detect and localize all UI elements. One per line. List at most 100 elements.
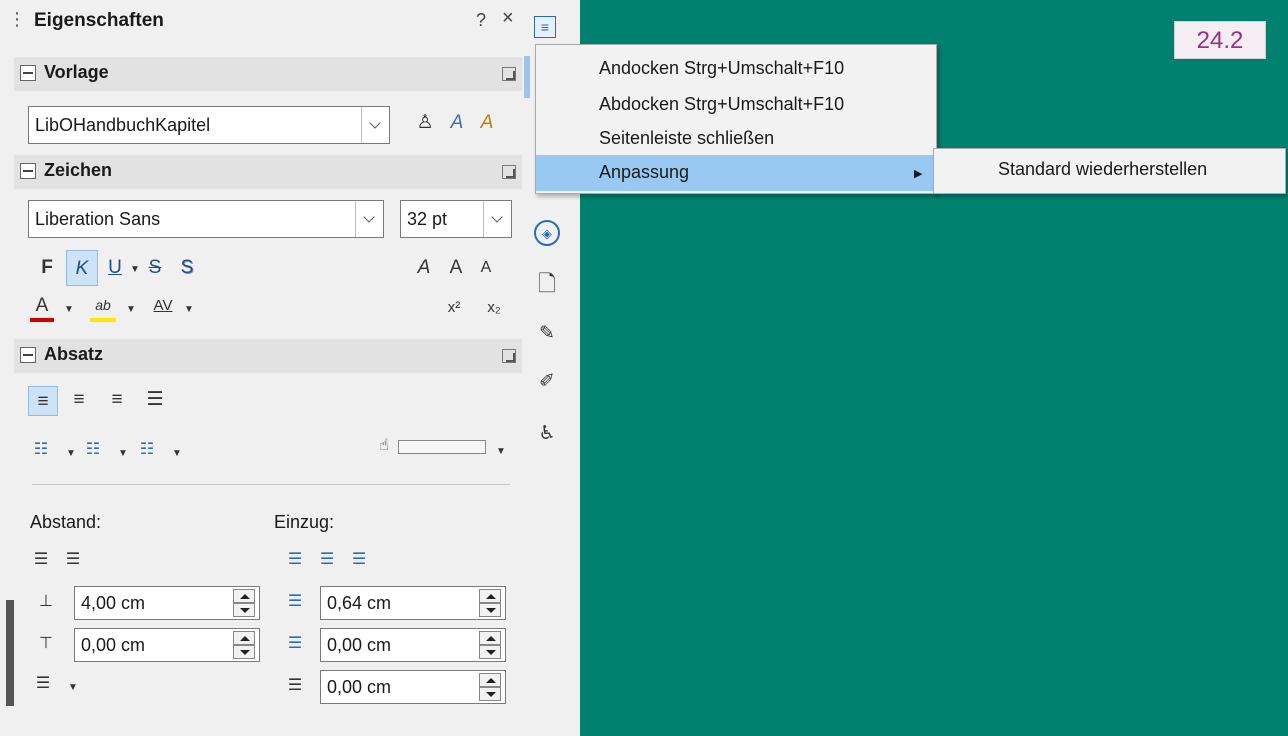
subscript-button[interactable]: x₂ <box>480 296 508 320</box>
section-divider <box>32 484 510 485</box>
line-spacing-dropdown-icon[interactable]: ▼ <box>68 682 78 693</box>
fill-format-icon[interactable]: ♙ <box>412 111 438 135</box>
collapse-icon[interactable] <box>20 163 36 179</box>
indent-label: Einzug: <box>274 512 335 532</box>
align-right-button[interactable]: ≡ <box>104 388 130 412</box>
spin-up-button[interactable] <box>479 631 501 645</box>
chevron-down-icon[interactable] <box>483 201 511 237</box>
indent-before-field[interactable]: 0,64 cm <box>320 586 506 620</box>
ordered-list-dropdown-icon[interactable]: ▼ <box>118 448 128 459</box>
outline-list-icon[interactable]: ☷ <box>134 438 160 462</box>
first-line-indent-field[interactable]: 0,00 cm <box>320 670 506 704</box>
align-left-button[interactable]: ≡ <box>28 386 58 416</box>
help-button[interactable]: ? <box>476 10 486 31</box>
first-line-indent-spinner[interactable] <box>479 673 501 701</box>
styles-icon[interactable]: ✎ <box>534 322 560 346</box>
spin-up-button[interactable] <box>479 673 501 687</box>
character-spacing-button[interactable]: AV <box>148 294 178 318</box>
spin-up-button[interactable] <box>233 631 255 645</box>
strikethrough-button[interactable]: S <box>144 256 166 280</box>
menu-item-close-sidebar[interactable]: Seitenleiste schließen <box>536 121 936 157</box>
manage-changes-icon[interactable]: ✐ <box>534 370 560 394</box>
indent-before-spinner[interactable] <box>479 589 501 617</box>
menu-item-undock[interactable]: Abdocken Strg+Umschalt+F10 <box>536 87 936 123</box>
collapse-icon[interactable] <box>20 65 36 81</box>
outline-list-dropdown-icon[interactable]: ▼ <box>172 448 182 459</box>
unordered-list-dropdown-icon[interactable]: ▼ <box>66 448 76 459</box>
menu-item-label: Abdocken Strg+Umschalt+F10 <box>599 94 845 114</box>
spacing-below-field[interactable]: 0,00 cm <box>74 628 260 662</box>
more-options-icon[interactable] <box>502 165 516 179</box>
bold-button[interactable]: F <box>36 256 58 280</box>
menu-item-restore-default[interactable]: Standard wiederherstellen <box>998 159 1207 180</box>
spin-down-button[interactable] <box>479 687 501 701</box>
more-options-icon[interactable] <box>502 67 516 81</box>
align-center-button[interactable]: ≡ <box>66 388 92 412</box>
spacing-above-spinner[interactable] <box>233 589 255 617</box>
update-style-icon[interactable]: A <box>444 111 470 135</box>
collapse-icon[interactable] <box>20 347 36 363</box>
properties-panel: ⋮ Eigenschaften ? × Vorlage LibOHandbuch… <box>0 0 528 736</box>
spin-down-button[interactable] <box>479 603 501 617</box>
font-name-combo[interactable]: Liberation Sans <box>28 200 384 238</box>
panel-title: Eigenschaften <box>34 10 164 31</box>
close-button[interactable]: × <box>502 7 514 30</box>
section-zeichen-header[interactable]: Zeichen <box>14 155 528 189</box>
indent-before-value: 0,64 cm <box>327 593 392 613</box>
spin-down-button[interactable] <box>479 645 501 659</box>
shadow-button[interactable]: S <box>176 256 198 280</box>
sidebar-menu-icon[interactable]: ≡ <box>534 16 556 38</box>
highlight-button[interactable]: ab <box>90 293 116 317</box>
underline-button[interactable]: U <box>104 256 126 280</box>
font-color-dropdown-icon[interactable]: ▼ <box>64 304 74 315</box>
font-size-combo[interactable]: 32 pt <box>400 200 512 238</box>
spin-down-button[interactable] <box>233 603 255 617</box>
menu-item-customize[interactable]: Anpassung ▶ <box>536 155 936 191</box>
paragraph-background-dropdown-icon[interactable]: ▼ <box>496 446 506 457</box>
ordered-list-icon[interactable]: ☷ <box>80 438 106 462</box>
unordered-list-icon[interactable]: ☷ <box>28 438 54 462</box>
accessibility-check-icon[interactable]: ♿ <box>534 422 560 446</box>
superscript-button[interactable]: x² <box>440 296 468 320</box>
spin-up-button[interactable] <box>233 589 255 603</box>
new-style-icon[interactable]: A <box>474 111 500 135</box>
font-color-button[interactable]: A <box>30 294 54 318</box>
section-absatz-header[interactable]: Absatz <box>14 339 528 373</box>
menu-item-dock[interactable]: Andocken Strg+Umschalt+F10 <box>536 51 936 87</box>
menu-item-label: Seitenleiste schließen <box>599 128 775 148</box>
highlight-dropdown-icon[interactable]: ▼ <box>126 304 136 315</box>
paragraph-background-icon[interactable]: ☝ <box>372 434 396 458</box>
chevron-down-icon[interactable] <box>361 107 389 143</box>
submenu-arrow-icon: ▶ <box>914 168 923 180</box>
hanging-indent-icon[interactable]: ☰ <box>348 548 370 572</box>
spacing-above-field[interactable]: 4,00 cm <box>74 586 260 620</box>
spin-down-button[interactable] <box>233 645 255 659</box>
grip-icon[interactable]: ⋮ <box>8 9 26 30</box>
decrease-font-icon[interactable]: A <box>474 256 498 280</box>
indent-after-spinner[interactable] <box>479 631 501 659</box>
navigator-icon[interactable]: ◈ <box>534 220 560 246</box>
align-justify-button[interactable]: ☰ <box>142 388 168 412</box>
page-icon[interactable]: 🗋 <box>534 272 560 296</box>
underline-dropdown-icon[interactable]: ▼ <box>130 264 140 275</box>
font-color-bar <box>30 318 54 322</box>
paragraph-background-swatch[interactable] <box>398 440 486 454</box>
spacing-dropdown-icon[interactable]: ▼ <box>184 304 194 315</box>
sidebar-resize-handle[interactable] <box>6 600 14 706</box>
line-spacing-icon[interactable]: ☰ <box>30 672 56 696</box>
section-vorlage-header[interactable]: Vorlage <box>14 57 528 91</box>
italic-button[interactable]: K <box>66 250 98 286</box>
increase-font-icon[interactable]: A <box>444 256 468 280</box>
chevron-down-icon[interactable] <box>355 201 383 237</box>
spin-up-button[interactable] <box>479 589 501 603</box>
increase-spacing-icon[interactable]: ☰ <box>30 548 52 572</box>
decrease-spacing-icon[interactable]: ☰ <box>62 548 84 572</box>
indent-after-field[interactable]: 0,00 cm <box>320 628 506 662</box>
more-options-icon[interactable] <box>502 349 516 363</box>
increase-indent-icon[interactable]: ☰ <box>284 548 306 572</box>
spacing-below-spinner[interactable] <box>233 631 255 659</box>
style-combo[interactable]: LibOHandbuchKapitel <box>28 106 390 144</box>
decrease-indent-icon[interactable]: ☰ <box>316 548 338 572</box>
clear-formatting-icon[interactable]: A <box>412 256 436 280</box>
page-number-label: 24.2 <box>1174 21 1266 59</box>
